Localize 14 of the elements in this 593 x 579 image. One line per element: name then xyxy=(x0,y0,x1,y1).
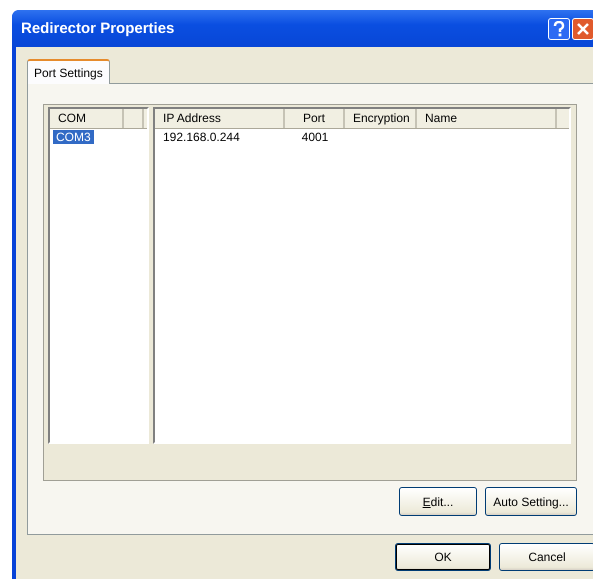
list-item[interactable]: COM3 xyxy=(53,130,94,144)
panel-button[interactable]: Auto Setting... xyxy=(485,487,577,516)
column-header[interactable]: Encryption xyxy=(345,109,417,128)
table-cell-text: 4001 xyxy=(300,130,330,144)
column-header[interactable]: Port xyxy=(285,109,345,128)
column-header[interactable]: Name xyxy=(417,109,557,128)
table-row[interactable]: 192.168.0.244 4001 xyxy=(155,129,569,144)
window-title: Redirector Properties xyxy=(21,20,176,37)
column-header[interactable]: IP Address xyxy=(155,109,285,128)
panel-button[interactable]: Edit... xyxy=(399,487,477,516)
dialog-button[interactable]: OK xyxy=(395,543,491,571)
dialog-button[interactable]: Cancel xyxy=(499,543,593,571)
tab[interactable]: Port Settings xyxy=(27,59,110,84)
table-cell-text: 192.168.0.244 xyxy=(162,130,241,144)
